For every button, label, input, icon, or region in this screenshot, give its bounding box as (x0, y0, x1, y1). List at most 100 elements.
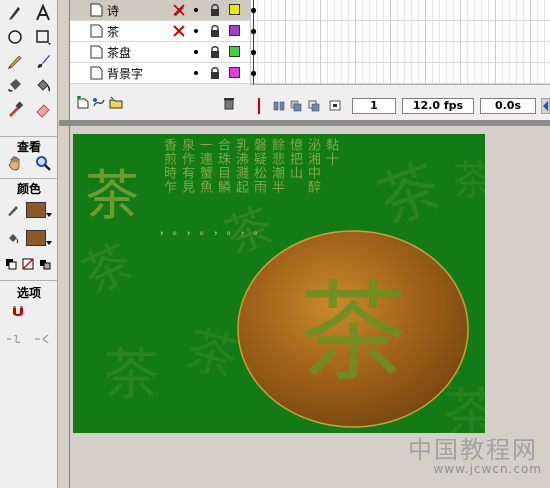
options-section-title: 选项 (16, 286, 41, 300)
visibility-dot[interactable] (194, 8, 198, 12)
layer-color-square[interactable] (229, 4, 240, 15)
brush-tool[interactable] (30, 50, 56, 72)
layer-row-tea[interactable]: 茶 (70, 21, 250, 42)
ink-bottle-tool-icon (8, 79, 21, 92)
layer-color-square[interactable] (229, 67, 240, 78)
edit-multiple-frames-icon (329, 100, 341, 111)
layer-row-tea-tray[interactable]: 茶盘 (70, 42, 250, 63)
drawing-tools-grid (2, 2, 56, 120)
oval-tool[interactable] (2, 26, 28, 48)
frames-grid[interactable] (250, 0, 550, 84)
hand-tool[interactable] (2, 152, 28, 174)
stroke-pencil-icon (8, 206, 18, 216)
eraser-tool[interactable] (30, 98, 56, 120)
keyframe-dot[interactable] (250, 28, 257, 35)
fill-color-swatch[interactable] (26, 230, 52, 246)
poem-column: 合珠目鱗 (215, 138, 230, 194)
keyframe-dot[interactable] (250, 70, 257, 77)
rectangle-tool[interactable] (30, 26, 56, 48)
onion-outlines-icon (308, 100, 320, 112)
add-layer-icon[interactable] (76, 96, 90, 110)
background-tea-character: 茶 (85, 164, 139, 227)
keyframe-dot[interactable] (250, 49, 257, 56)
tools-panel: 查看 颜色 选项 (0, 0, 58, 488)
layer-color-square[interactable] (229, 25, 240, 36)
keyframe-dot[interactable] (250, 7, 257, 14)
edit-multiple-frames-button[interactable] (329, 99, 341, 112)
layer-name: 诗 (107, 3, 120, 18)
red-x-icon (173, 25, 185, 37)
trash-icon[interactable] (222, 96, 236, 110)
poem-column: 乳沸濺起 (233, 138, 248, 194)
default-colors-icon[interactable] (5, 258, 17, 270)
add-motion-guide-icon[interactable] (92, 96, 106, 110)
smooth-icon[interactable] (6, 332, 26, 346)
center-frame-icon (273, 101, 285, 111)
lock-icon[interactable] (209, 24, 221, 38)
stroke-color-swatch[interactable] (26, 202, 52, 218)
layer-color-square[interactable] (229, 46, 240, 57)
no-color-icon[interactable] (22, 258, 34, 270)
layer-row-background-text[interactable]: 背景字 (70, 63, 250, 84)
divider (0, 178, 58, 179)
stage-canvas[interactable]: 茶茶茶茶茶茶茶茶茶 茶 香煎時乍泉作有見一連蟹魚合珠目鱗乳沸濺起磐疑松雨餘悲潮半… (73, 134, 485, 433)
poem-column: 黏十 (323, 138, 338, 166)
visibility-dot[interactable] (194, 71, 198, 75)
text-tool[interactable] (30, 2, 56, 24)
watermark-url: www.jcwcn.com (433, 462, 542, 476)
stroke-color-row (6, 202, 52, 218)
background-tea-character: 茶 (103, 343, 159, 408)
ink-bottle-tool[interactable] (2, 74, 28, 96)
pencil-tool[interactable] (2, 50, 28, 72)
timeline-frames[interactable] (250, 0, 550, 84)
frame-rate-field[interactable]: 12.0 fps (402, 98, 474, 114)
poem-punctuation: ，。，。，。，。 (159, 224, 273, 237)
elapsed-time-field[interactable]: 0.0s (480, 98, 536, 114)
poem-column: 泉作有見 (179, 138, 194, 194)
magnet-icon (13, 306, 23, 316)
insert-layer-folder-icon[interactable] (108, 96, 124, 110)
layer-page-icon (90, 3, 103, 17)
onion-outlines-button[interactable] (308, 99, 320, 112)
eyedropper-tool[interactable] (2, 98, 28, 120)
arrow-tool[interactable] (2, 2, 28, 24)
fill-bucket-icon (9, 234, 19, 244)
visibility-dot[interactable] (194, 29, 198, 33)
pen-tool-icon (9, 7, 20, 20)
snap-magnet-button[interactable] (10, 304, 26, 323)
rectangle-tool-icon (36, 30, 51, 45)
panel-splitter[interactable] (58, 0, 70, 488)
playhead-marker-icon (258, 98, 260, 114)
plate-tea-character: 茶 (299, 271, 407, 396)
current-frame-field[interactable]: 1 (352, 98, 396, 114)
zoom-tool[interactable] (30, 152, 56, 174)
layer-row-poem[interactable]: 诗 (70, 0, 250, 21)
poem-column: 憶把山 (287, 138, 302, 180)
layer-name: 茶 (107, 24, 120, 39)
lock-icon[interactable] (209, 45, 221, 59)
poem-column: 一連蟹魚 (197, 138, 212, 194)
color-buttons-row (5, 258, 51, 270)
paint-bucket-tool[interactable] (30, 74, 56, 96)
poem-column: 香煎時乍 (161, 138, 176, 194)
poem-column: 磐疑松雨 (251, 138, 266, 194)
background-tea-character: 茶 (453, 158, 485, 204)
poem-column: 餘悲潮半 (269, 138, 284, 194)
lock-icon[interactable] (209, 3, 221, 17)
layers-list: 诗 茶 茶盘 背景字 (70, 0, 250, 84)
layer-name: 背景字 (107, 66, 144, 81)
paint-bucket-tool-icon (37, 79, 51, 92)
straighten-icon[interactable] (34, 332, 54, 346)
lock-icon[interactable] (209, 66, 221, 80)
visibility-dot[interactable] (194, 50, 198, 54)
hand-tool-icon (8, 156, 20, 171)
layer-page-icon (90, 45, 103, 59)
onion-skin-button[interactable] (290, 99, 302, 112)
pencil-tool-icon (8, 55, 22, 69)
onion-skin-icon (290, 100, 302, 112)
swap-colors-icon[interactable] (39, 258, 51, 270)
flash-editor-window: 查看 颜色 选项 诗 茶 茶盘 背景字 1 12.0 fps 0.0s 茶 茶 … (0, 0, 550, 488)
center-frame-button[interactable] (273, 99, 285, 112)
scroll-left-icon[interactable] (541, 98, 550, 114)
colors-section-title: 颜色 (16, 182, 41, 196)
